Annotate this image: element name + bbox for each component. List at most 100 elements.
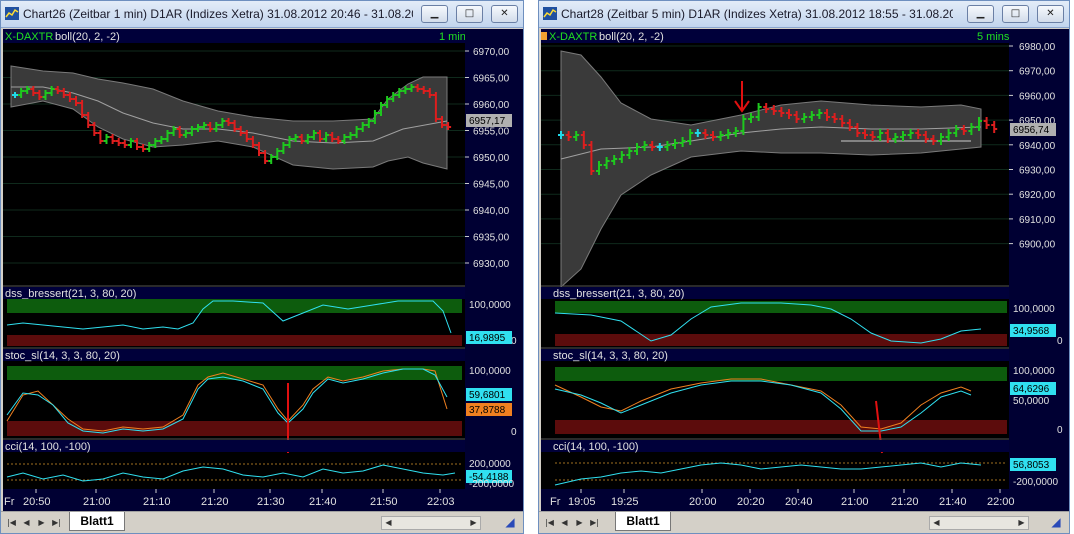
time-tick-label: 21:20: [201, 496, 229, 508]
interval-label: 5 mins: [977, 31, 1010, 43]
price-tick-label: 6900,00: [1019, 240, 1056, 251]
price-tick-label: 6950,00: [473, 153, 510, 164]
time-tick-label: 21:00: [83, 496, 111, 508]
horizontal-scrollbar[interactable]: ◀ ▶: [929, 516, 1029, 530]
stoc-axis-zero: 0: [1057, 425, 1063, 436]
time-tick-label: 19:05: [568, 496, 596, 508]
window-title: Chart28 (Zeitbar 5 min) D1AR (Indizes Xe…: [561, 7, 953, 21]
first-sheet-icon[interactable]: |◀: [543, 516, 556, 529]
status-bar: |◀ ◀ ▶ ▶| Blatt1 ◀ ▶ ◢: [539, 511, 1069, 533]
stoc-label: stoc_sl(14, 3, 3, 80, 20): [5, 350, 120, 362]
stoc-axis-top: 100,0000: [1013, 366, 1055, 377]
maximize-button[interactable]: □: [456, 5, 483, 23]
dss-oversold-zone: [555, 334, 1007, 346]
price-tick-label: 6935,00: [473, 233, 510, 244]
stoc-overbought-zone: [7, 366, 462, 380]
instrument-label: X-DAXTR: [549, 31, 597, 43]
window-title: Chart26 (Zeitbar 1 min) D1AR (Indizes Xe…: [23, 7, 413, 21]
price-tick-label: 6940,00: [1019, 141, 1056, 152]
scroll-left-icon[interactable]: ◀: [382, 517, 395, 529]
dss-oversold-zone: [7, 335, 462, 346]
time-tick-label: 21:30: [257, 496, 285, 508]
stoc-axis-zero: 0: [511, 427, 517, 438]
drawing-tool-icon[interactable]: ◢: [1047, 515, 1065, 530]
minimize-button[interactable]: ▁: [967, 5, 994, 23]
stoc-value2: 37,8788: [469, 405, 506, 416]
stoc-overbought-zone: [555, 367, 1007, 381]
drawing-tool-icon[interactable]: ◢: [501, 515, 519, 530]
price-tick-label: 6930,00: [473, 259, 510, 270]
time-tick-label: 21:50: [370, 496, 398, 508]
horizontal-scrollbar[interactable]: ◀ ▶: [381, 516, 481, 530]
price-tick-label: 6960,00: [473, 100, 510, 111]
last-price-value: 6957,17: [469, 116, 506, 127]
scroll-left-icon[interactable]: ◀: [930, 517, 943, 529]
sheet-tab-blatt1[interactable]: Blatt1: [615, 512, 671, 531]
time-tick-label: 21:10: [143, 496, 171, 508]
title-bar[interactable]: Chart28 (Zeitbar 5 min) D1AR (Indizes Xe…: [539, 1, 1069, 28]
chart-area[interactable]: X-DAXTR boll(20, 2, -2) 1 min 6970,00 696…: [3, 29, 523, 513]
time-tick-label: 20:00: [689, 496, 717, 508]
dss-axis-top: 100,0000: [469, 300, 511, 311]
scroll-right-icon[interactable]: ▶: [1015, 517, 1028, 529]
last-sheet-icon[interactable]: ▶|: [50, 516, 63, 529]
maximize-button[interactable]: □: [1002, 5, 1029, 23]
time-tick-label: 20:20: [737, 496, 765, 508]
price-tick-label: 6970,00: [473, 47, 510, 58]
scroll-right-icon[interactable]: ▶: [467, 517, 480, 529]
cci-label: cci(14, 100, -100): [5, 441, 91, 453]
price-tick-label: 6940,00: [473, 206, 510, 217]
price-tick-label: 6970,00: [1019, 67, 1056, 78]
time-tick-label: 21:20: [891, 496, 919, 508]
price-tick-label: 6965,00: [473, 74, 510, 85]
first-sheet-icon[interactable]: |◀: [5, 516, 18, 529]
chart-app-icon: [5, 7, 19, 20]
title-bar[interactable]: Chart26 (Zeitbar 1 min) D1AR (Indizes Xe…: [1, 1, 523, 28]
time-tick-label: 21:00: [841, 496, 869, 508]
time-tick-label: 20:40: [785, 496, 813, 508]
instrument-color-swatch: [541, 32, 547, 40]
close-button[interactable]: ✕: [491, 5, 518, 23]
time-tick-label: 20:50: [23, 496, 51, 508]
time-tick-label: 21:40: [309, 496, 337, 508]
dss-label: dss_bressert(21, 3, 80, 20): [553, 288, 684, 300]
prev-sheet-icon[interactable]: ◀: [20, 516, 33, 529]
interval-label: 1 min: [439, 31, 466, 43]
stoc-oversold-zone: [555, 420, 1007, 434]
last-price-value: 6956,74: [1013, 125, 1050, 136]
indicator-label: boll(20, 2, -2): [599, 31, 664, 43]
minimize-button[interactable]: ▁: [421, 5, 448, 23]
time-tick-label: 21:40: [939, 496, 967, 508]
chart-canvas[interactable]: X-DAXTR boll(20, 2, -2) 5 mins ▭ 6980,00…: [541, 29, 1069, 513]
indicator-label: boll(20, 2, -2): [55, 31, 120, 43]
stoc-value1: 64,6296: [1013, 384, 1050, 395]
time-tick-label: 19:25: [611, 496, 639, 508]
price-tick-label: 6910,00: [1019, 215, 1056, 226]
sheet-tab-blatt1[interactable]: Blatt1: [69, 512, 125, 531]
time-tick-label: Fr: [550, 496, 561, 508]
price-tick-label: 6945,00: [473, 180, 510, 191]
price-tick-label: 6960,00: [1019, 91, 1056, 102]
chart-canvas[interactable]: X-DAXTR boll(20, 2, -2) 1 min 6970,00 696…: [3, 29, 523, 513]
last-sheet-icon[interactable]: ▶|: [588, 516, 601, 529]
chart-area[interactable]: X-DAXTR boll(20, 2, -2) 5 mins ▭ 6980,00…: [541, 29, 1069, 513]
cci-axis-bottom: -200,0000: [1013, 477, 1058, 488]
close-button[interactable]: ✕: [1037, 5, 1064, 23]
cci-label: cci(14, 100, -100): [553, 441, 639, 453]
price-tick-label: 6920,00: [1019, 190, 1056, 201]
cci-axis-bottom: -200,0000: [469, 479, 514, 490]
next-sheet-icon[interactable]: ▶: [573, 516, 586, 529]
time-tick-label: Fr: [4, 496, 15, 508]
chart-window-1[interactable]: Chart26 (Zeitbar 1 min) D1AR (Indizes Xe…: [0, 0, 524, 534]
chart-app-icon: [543, 7, 557, 20]
dss-axis-zero: 0: [1057, 336, 1063, 347]
stoc-axis-mid: 50,0000: [1013, 396, 1050, 407]
price-tick-label: 6980,00: [1019, 42, 1056, 53]
stoc-value1: 59,6801: [469, 390, 506, 401]
price-tick-label: 6955,00: [473, 127, 510, 138]
cci-value: 56,8053: [1013, 460, 1050, 471]
next-sheet-icon[interactable]: ▶: [35, 516, 48, 529]
prev-sheet-icon[interactable]: ◀: [558, 516, 571, 529]
chart-window-2[interactable]: Chart28 (Zeitbar 5 min) D1AR (Indizes Xe…: [538, 0, 1070, 534]
time-tick-label: 22:00: [987, 496, 1015, 508]
